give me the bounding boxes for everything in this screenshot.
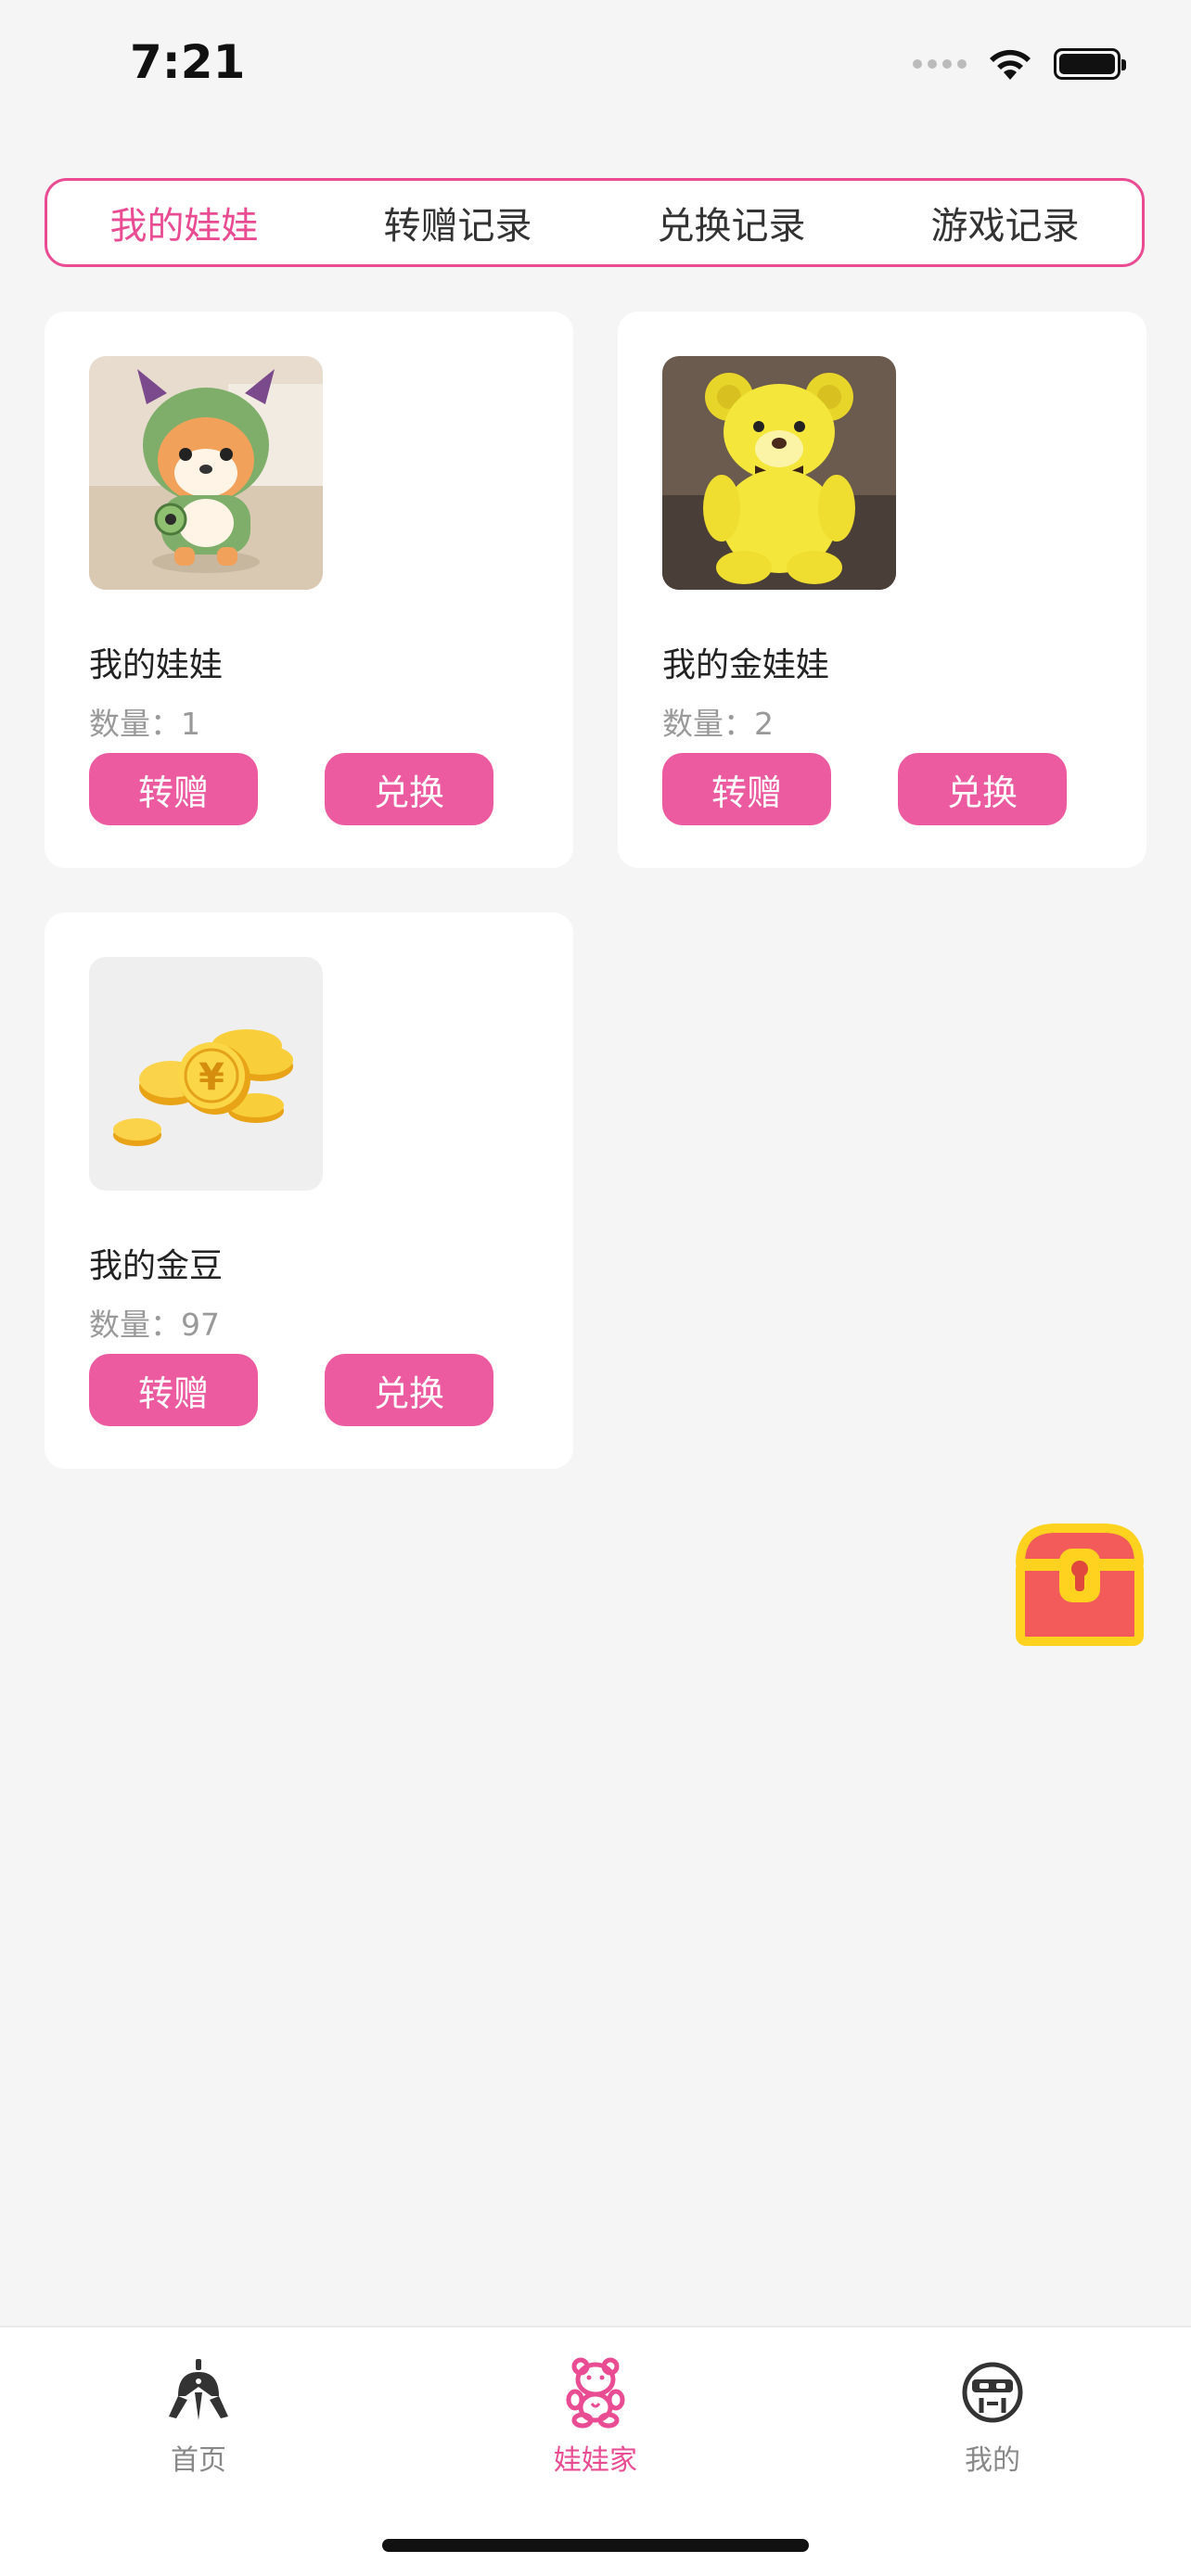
- item-image-gold-coins: ¥: [89, 957, 323, 1191]
- tab-game-records[interactable]: 游戏记录: [931, 196, 1080, 249]
- tabbar-label: 我的: [965, 2444, 1020, 2477]
- svg-text:¥: ¥: [198, 1056, 224, 1099]
- exchange-button[interactable]: 兑换: [325, 1354, 493, 1426]
- status-time: 7:21: [130, 35, 246, 89]
- transfer-button[interactable]: 转赠: [89, 1354, 258, 1426]
- exchange-button[interactable]: 兑换: [898, 753, 1067, 825]
- item-image-plush-dog: [89, 356, 323, 590]
- item-card-golden-dolls: 我的金娃娃 数量：2 转赠 兑换: [618, 312, 1146, 868]
- claw-machine-icon: [169, 2359, 228, 2420]
- item-name: 我的娃娃: [89, 646, 224, 684]
- tab-transfer-records[interactable]: 转赠记录: [384, 196, 532, 249]
- cellular-signal-icon: [913, 59, 967, 69]
- item-card-my-dolls: 我的娃娃 数量：1 转赠 兑换: [45, 312, 573, 868]
- item-card-gold-beans: ¥ 我的金豆 数量：97 转赠 兑换: [45, 912, 573, 1469]
- tabbar-label: 娃娃家: [554, 2444, 637, 2477]
- home-indicator[interactable]: [382, 2539, 809, 2552]
- item-quantity: 数量：1: [89, 706, 200, 742]
- transfer-button[interactable]: 转赠: [662, 753, 831, 825]
- battery-icon: [1054, 48, 1126, 80]
- item-name: 我的金娃娃: [662, 646, 830, 684]
- treasure-chest-icon[interactable]: [1011, 1521, 1148, 1651]
- records-tabs: 我的娃娃 转赠记录 兑换记录 游戏记录: [45, 178, 1145, 267]
- tabbar-item-mine[interactable]: 我的: [900, 2355, 1085, 2478]
- status-icons: [913, 46, 1126, 82]
- tab-exchange-records[interactable]: 兑换记录: [658, 196, 806, 249]
- status-bar: 7:21: [0, 0, 1191, 139]
- profile-face-icon: [962, 2362, 1023, 2423]
- tabbar-label: 首页: [171, 2444, 226, 2477]
- transfer-button[interactable]: 转赠: [89, 753, 258, 825]
- item-name: 我的金豆: [89, 1247, 224, 1285]
- wifi-icon: [990, 49, 1031, 80]
- exchange-button[interactable]: 兑换: [325, 753, 493, 825]
- item-quantity: 数量：2: [662, 706, 774, 742]
- teddy-bear-icon: [566, 2357, 625, 2429]
- tabbar-item-doll-house[interactable]: 娃娃家: [503, 2355, 688, 2478]
- item-image-teddy-bear: [662, 356, 896, 590]
- tabbar-item-home[interactable]: 首页: [106, 2355, 291, 2478]
- item-quantity: 数量：97: [89, 1307, 220, 1343]
- tab-my-dolls[interactable]: 我的娃娃: [110, 196, 259, 249]
